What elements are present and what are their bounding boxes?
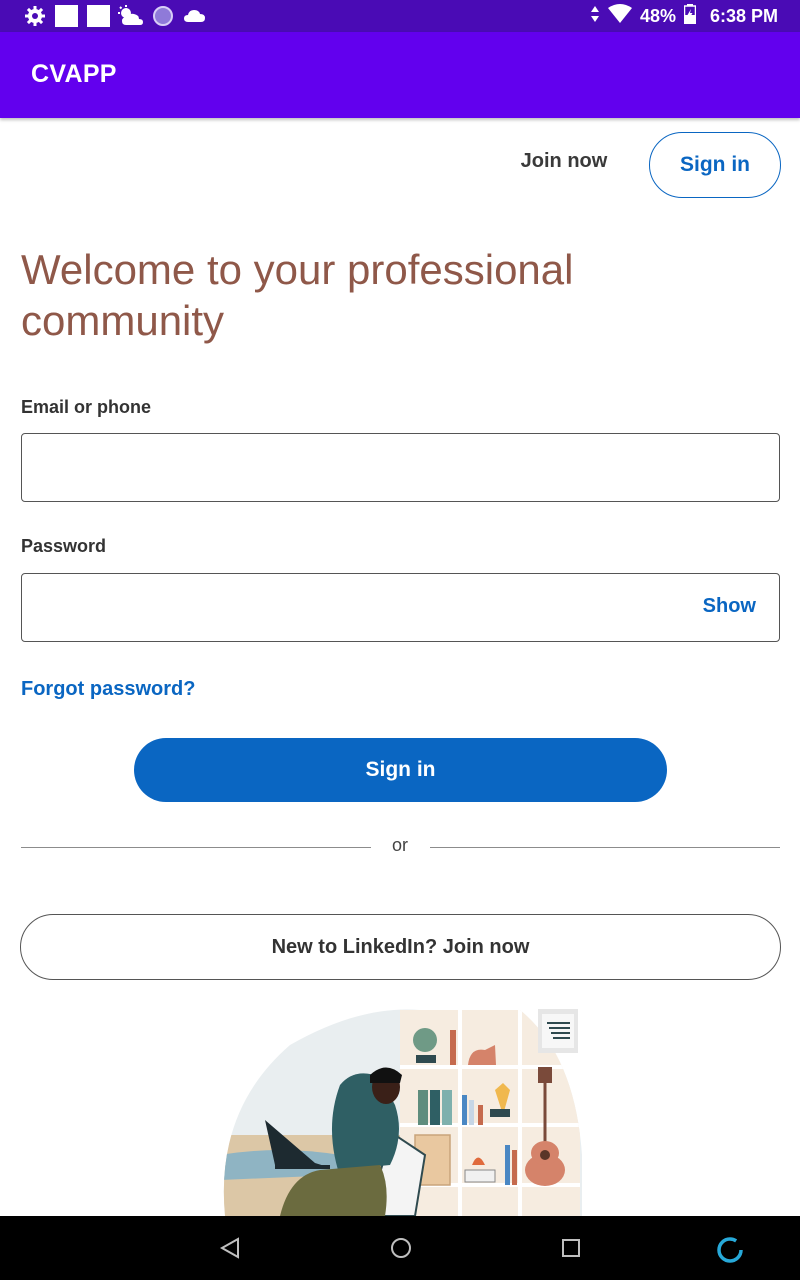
join-now-link[interactable]: Join now — [500, 150, 628, 173]
home-icon[interactable] — [389, 1236, 413, 1265]
or-divider-text: or — [391, 835, 408, 855]
forgot-password-link[interactable]: Forgot password? — [21, 678, 195, 701]
sign-in-button-label: Sign in — [365, 758, 436, 781]
sign-in-header-button[interactable]: Sign in — [649, 132, 781, 198]
signal-arrows-icon — [590, 5, 600, 28]
app-title: CVAPP — [31, 60, 117, 88]
clock-time: 6:38 PM — [709, 5, 778, 26]
system-nav-bar — [0, 1216, 800, 1280]
recents-icon[interactable] — [560, 1236, 582, 1265]
page-title: Welcome to your professional community — [21, 246, 574, 344]
wifi-icon — [607, 3, 632, 29]
password-label: Password — [21, 536, 107, 556]
email-label: Email or phone — [21, 397, 152, 417]
status-bar: 48% 6:38 PM — [0, 0, 800, 32]
password-field[interactable]: Show — [21, 573, 780, 642]
divider-right — [430, 847, 780, 848]
square-icon — [55, 5, 79, 32]
hero-illustration — [220, 1005, 590, 1216]
join-now-button[interactable]: New to LinkedIn? Join now — [20, 914, 781, 980]
sign-in-button[interactable]: Sign in — [134, 738, 667, 802]
battery-icon — [683, 3, 697, 29]
email-field[interactable] — [21, 433, 780, 502]
battery-percent: 48% — [639, 5, 676, 26]
sign-in-header-label: Sign in — [680, 153, 750, 176]
divider-left — [21, 847, 371, 848]
cloud-icon — [183, 5, 207, 32]
join-now-button-label: New to LinkedIn? Join now — [271, 935, 530, 958]
circle-icon — [152, 5, 174, 32]
app-bar: CVAPP — [0, 32, 800, 118]
assistant-icon[interactable] — [716, 1236, 744, 1269]
settings-icon — [24, 5, 46, 32]
notepad-icon — [538, 1009, 578, 1053]
weather-icon — [118, 5, 144, 32]
square-icon — [87, 5, 111, 32]
back-icon[interactable] — [219, 1236, 241, 1265]
show-password-button[interactable]: Show — [703, 595, 756, 618]
